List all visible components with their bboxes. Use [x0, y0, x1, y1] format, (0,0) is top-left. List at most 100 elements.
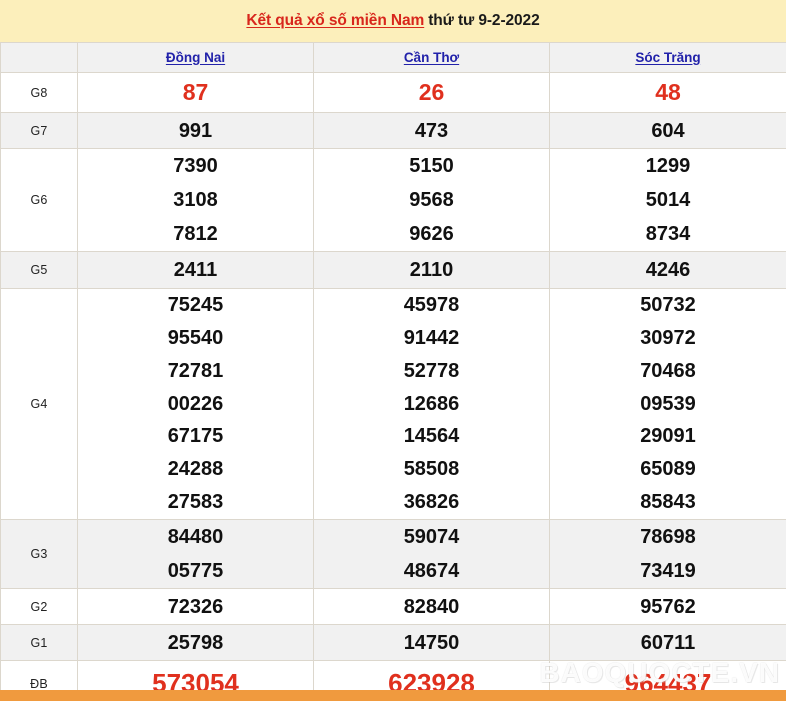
result-number: 48: [655, 79, 681, 105]
result-number: 7390: [173, 155, 218, 177]
result-number: 24288: [167, 458, 224, 481]
result-number: 72781: [167, 359, 224, 382]
result-cell-g2-can-tho: 82840: [313, 588, 550, 625]
result-cell-g6-soc-trang: 1299 5014 8734: [549, 148, 786, 252]
result-number: 1299: [645, 155, 691, 177]
result-cell-g3-soc-trang: 78698 73419: [549, 519, 786, 589]
page-title-date: thứ tư 9-2-2022: [428, 12, 540, 29]
prize-label-g8: G8: [0, 72, 78, 113]
result-number: 604: [651, 119, 685, 142]
result-number: 60711: [640, 631, 696, 654]
column-header-prize-label: [0, 42, 78, 73]
result-number: 73419: [640, 560, 696, 582]
result-cell-g5-dong-nai: 2411: [77, 251, 314, 289]
result-number: 50732: [640, 294, 696, 317]
lottery-result-page: Kết quả xổ số miền Nam thứ tư 9-2-2022 Đồ…: [0, 0, 786, 701]
result-number: 25798: [167, 631, 224, 654]
result-cell-g8-can-tho: 26: [313, 72, 550, 113]
table-row-g4: G4 75245 95540 72781 00226 67175 24288 27583 4…: [0, 288, 786, 520]
prize-label-g3: G3: [0, 519, 78, 589]
result-cell-g2-soc-trang: 95762: [549, 588, 786, 625]
table-header: Đồng Nai Cần Thơ Sóc Trăng: [0, 42, 786, 73]
province-link-soc-trang[interactable]: Sóc Trăng: [635, 50, 700, 65]
result-cell-g7-can-tho: 473: [313, 112, 550, 149]
page-title-banner: Kết quả xổ số miền Nam thứ tư 9-2-2022: [0, 0, 786, 42]
prize-label-g2: G2: [0, 588, 78, 625]
result-number: 91442: [403, 327, 460, 349]
table-row-g3: G3 84480 05775 59074 48674 78698 73419: [0, 519, 786, 589]
result-cell-g5-can-tho: 2110: [313, 251, 550, 289]
result-cell-g4-dong-nai: 75245 95540 72781 00226 67175 24288 27583: [77, 288, 314, 520]
result-number: 991: [178, 119, 213, 142]
result-number: 52778: [403, 359, 460, 382]
result-cell-g1-can-tho: 14750: [313, 624, 550, 661]
result-number: 7812: [173, 223, 218, 245]
table-body: G8 87 26 48 G7 991 473 604 G6 7390 3108 78…: [0, 72, 786, 701]
result-number: 67175: [167, 425, 224, 448]
result-number: 05775: [167, 560, 224, 582]
result-cell-g8-dong-nai: 87: [77, 72, 314, 113]
result-number: 95540: [167, 327, 224, 349]
table-row-g7: G7 991 473 604: [0, 112, 786, 149]
result-number: 85843: [640, 490, 696, 513]
result-cell-g8-soc-trang: 48: [549, 72, 786, 113]
result-cell-g4-soc-trang: 50732 30972 70468 09539 29091 65089 85843: [549, 288, 786, 520]
result-number: 12686: [403, 392, 460, 415]
result-number: 5150: [409, 155, 454, 177]
result-cell-g5-soc-trang: 4246: [549, 251, 786, 289]
province-link-dong-nai[interactable]: Đồng Nai: [166, 50, 225, 65]
table-row-g5: G5 2411 2110 4246: [0, 251, 786, 289]
result-number: 9568: [409, 189, 454, 211]
table-row-g8: G8 87 26 48: [0, 72, 786, 113]
result-cell-g6-dong-nai: 7390 3108 7812: [77, 148, 314, 252]
table-row-g1: G1 25798 14750 60711: [0, 624, 786, 661]
result-number: 4246: [645, 259, 691, 281]
result-number: 59074: [403, 526, 460, 548]
result-cell-g2-dong-nai: 72326: [77, 588, 314, 625]
result-cell-g6-can-tho: 5150 9568 9626: [313, 148, 550, 252]
page-title: Kết quả xổ số miền Nam thứ tư 9-2-2022: [246, 12, 539, 30]
lottery-results-table: Đồng Nai Cần Thơ Sóc Trăng G8 87 26 48 G…: [0, 42, 786, 701]
province-link-can-tho[interactable]: Cần Thơ: [404, 50, 459, 65]
result-number: 48674: [403, 560, 460, 582]
bottom-orange-strip: [0, 690, 786, 701]
result-number: 36826: [403, 490, 460, 513]
result-number: 8734: [645, 223, 691, 245]
result-number: 473: [414, 119, 449, 142]
result-number: 2411: [173, 259, 218, 281]
result-number: 45978: [403, 294, 460, 317]
prize-label-g1: G1: [0, 624, 78, 661]
result-number: 27583: [167, 490, 224, 513]
result-number: 58508: [403, 458, 460, 481]
result-number: 00226: [167, 392, 224, 415]
result-number: 9626: [409, 223, 454, 245]
result-cell-g3-can-tho: 59074 48674: [313, 519, 550, 589]
table-row-g6: G6 7390 3108 7812 5150 9568 9626 1299 5014 873…: [0, 148, 786, 252]
result-number: 75245: [167, 294, 224, 317]
result-number: 3108: [173, 189, 218, 211]
result-number: 14750: [403, 631, 460, 654]
result-number: 30972: [640, 327, 696, 349]
result-number: 26: [418, 79, 445, 105]
prize-label-g7: G7: [0, 112, 78, 149]
result-cell-g7-dong-nai: 991: [77, 112, 314, 149]
column-header-can-tho[interactable]: Cần Thơ: [313, 42, 550, 73]
result-number: 78698: [640, 526, 696, 548]
result-number: 70468: [640, 359, 696, 382]
result-number: 82840: [403, 595, 460, 618]
table-header-row: Đồng Nai Cần Thơ Sóc Trăng: [0, 42, 786, 73]
prize-label-g5: G5: [0, 251, 78, 289]
result-cell-g7-soc-trang: 604: [549, 112, 786, 149]
result-number: 2110: [409, 259, 454, 281]
result-number: 95762: [640, 595, 696, 618]
page-title-main[interactable]: Kết quả xổ số miền Nam: [246, 12, 424, 29]
table-row-g2: G2 72326 82840 95762: [0, 588, 786, 625]
prize-label-g4: G4: [0, 288, 78, 520]
result-cell-g3-dong-nai: 84480 05775: [77, 519, 314, 589]
prize-label-g6: G6: [0, 148, 78, 252]
result-number: 87: [182, 79, 209, 105]
column-header-soc-trang[interactable]: Sóc Trăng: [549, 42, 786, 73]
result-number: 84480: [167, 526, 224, 548]
result-number: 09539: [640, 392, 696, 415]
column-header-dong-nai[interactable]: Đồng Nai: [77, 42, 314, 73]
